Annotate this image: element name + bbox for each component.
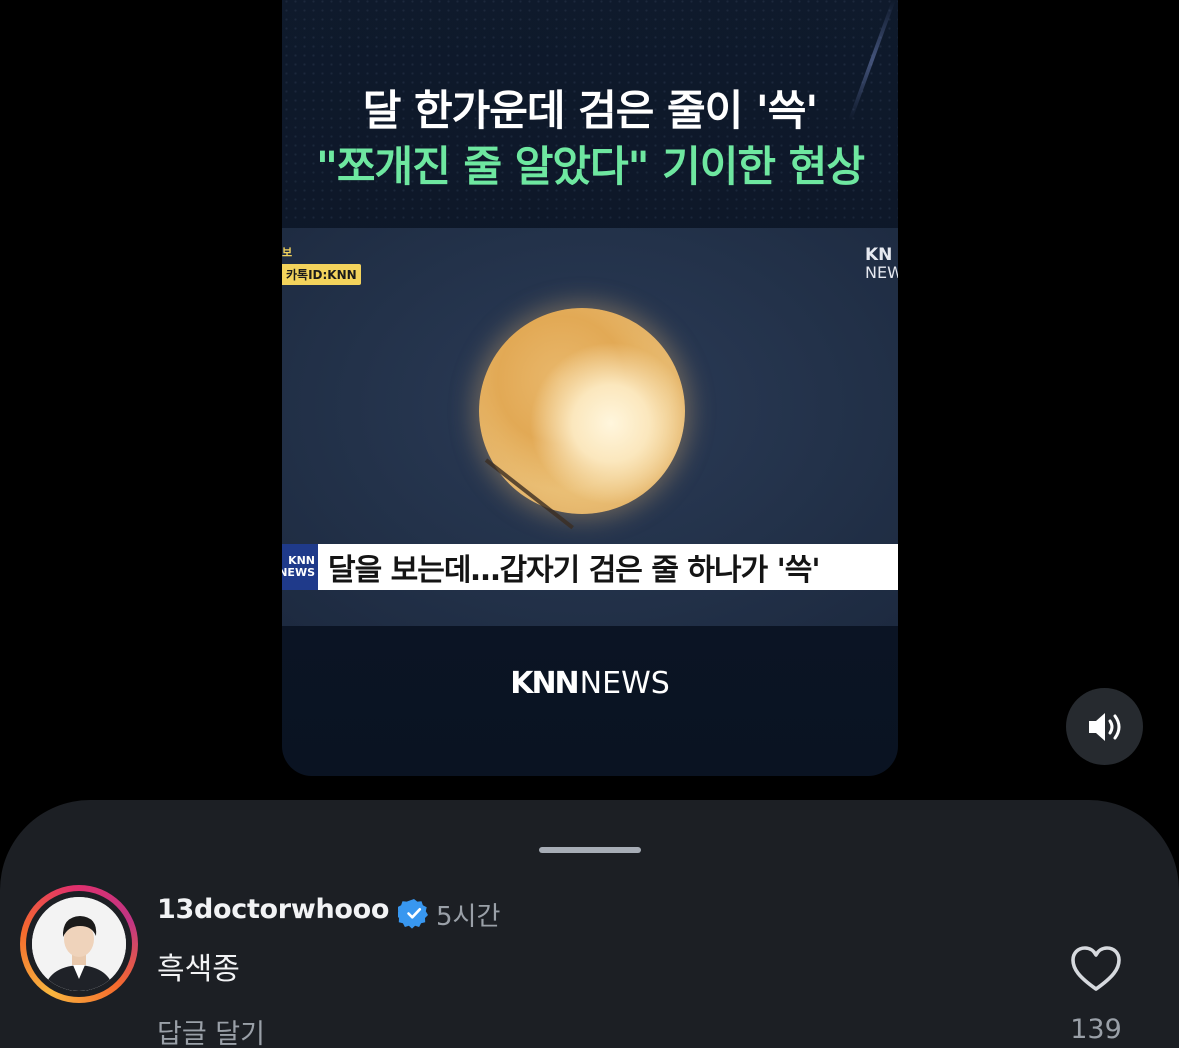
kakao-id-tag: 카톡ID:KNN <box>282 264 361 285</box>
brand-news: NEWS <box>579 666 670 701</box>
comment-text: 흑색종 <box>157 952 240 987</box>
lower-third-logo-line2: NEWS <box>282 566 315 579</box>
avatar <box>32 897 126 991</box>
sheet-drag-handle[interactable] <box>539 847 641 853</box>
knn-corner-logo-line1: KN <box>865 246 893 265</box>
knn-news-brand: KNNNEWS <box>282 666 898 701</box>
comment-username[interactable]: 13doctorwhooo <box>157 894 389 925</box>
comment-timestamp: 5시간 <box>436 902 501 932</box>
like-count: 139 <box>1070 1014 1122 1045</box>
knn-corner-logo: KN NEW <box>865 246 898 282</box>
person-avatar-icon <box>32 897 126 991</box>
verified-badge-icon <box>398 899 428 929</box>
heart-icon <box>1071 946 1121 991</box>
speaker-volume-icon <box>1088 712 1120 741</box>
avatar-story-ring[interactable] <box>20 885 138 1003</box>
lower-third-caption: 달을 보는데…갑자기 검은 줄 하나가 '쓱' <box>328 553 821 588</box>
moon-image <box>479 308 685 514</box>
like-button[interactable] <box>1069 944 1123 994</box>
video-headline-line2: "쪼개진 줄 알았다" 기이한 현상 <box>316 142 865 191</box>
lower-third-logo: KNN NEWS <box>282 544 318 590</box>
news-lower-third: KNN NEWS 달을 보는데…갑자기 검은 줄 하나가 '쓱' <box>282 544 898 590</box>
video-headline-line1: 달 한가운데 검은 줄이 '쓱' <box>362 86 819 135</box>
reply-button[interactable]: 답글 달기 <box>157 1012 265 1048</box>
news-broadcast-frame: 보 카톡ID:KNN KN NEW KNN NEWS 달을 보는데…갑자기 검은… <box>282 228 898 626</box>
reel-video[interactable]: 달 한가운데 검은 줄이 '쓱' "쪼개진 줄 알았다" 기이한 현상 보 카톡… <box>282 0 898 776</box>
knn-corner-logo-line2: NEW <box>865 263 898 282</box>
volume-button[interactable] <box>1066 688 1143 765</box>
brand-knn: KNN <box>510 666 579 701</box>
screen: 달 한가운데 검은 줄이 '쓱' "쪼개진 줄 알았다" 기이한 현상 보 카톡… <box>0 0 1179 1048</box>
corner-tag-top: 보 <box>282 246 293 259</box>
